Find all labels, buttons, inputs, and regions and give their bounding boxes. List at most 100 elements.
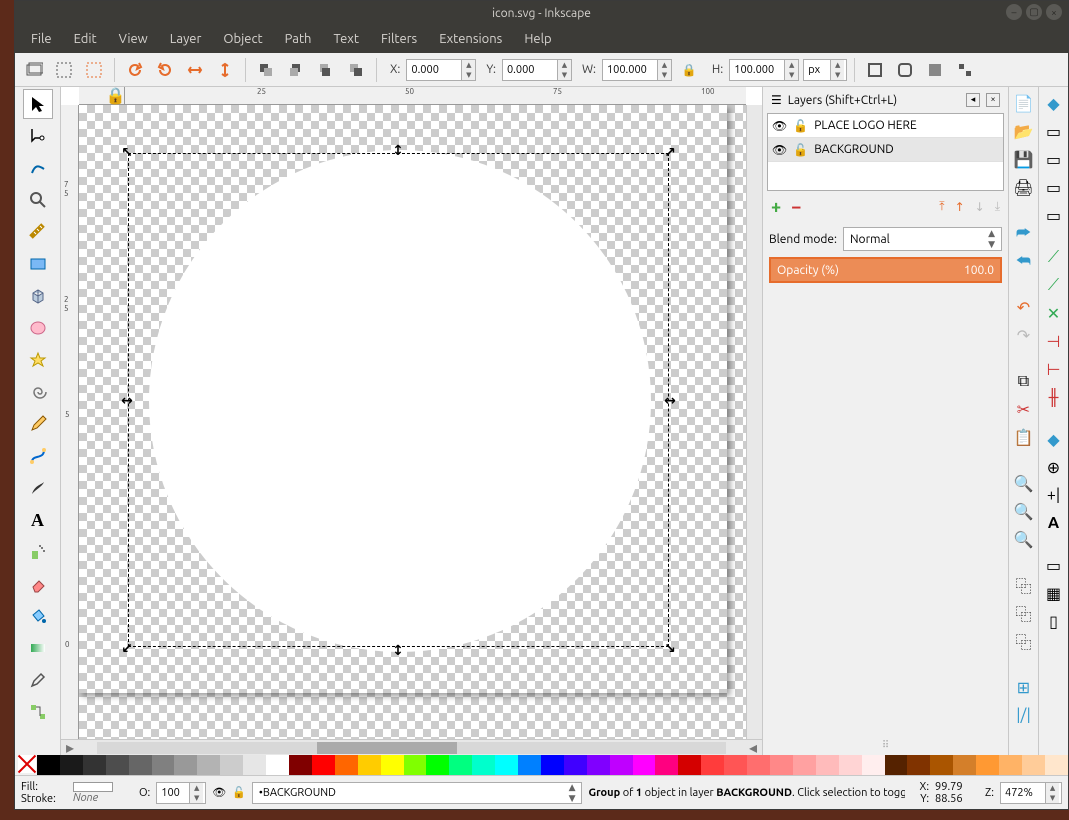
snap-enable-icon[interactable]: ◆ bbox=[1042, 91, 1066, 115]
color-swatch[interactable] bbox=[266, 755, 289, 775]
export-icon[interactable]: ⮪ bbox=[1012, 249, 1036, 273]
snap-rotation-icon[interactable]: +| bbox=[1042, 483, 1066, 507]
current-layer-select[interactable]: •BACKGROUND ▲▼ bbox=[252, 782, 583, 804]
handle-ne[interactable]: ↗ bbox=[663, 145, 677, 159]
add-layer-icon[interactable]: + bbox=[771, 197, 781, 217]
unlink-icon[interactable]: ⿻ bbox=[1012, 629, 1036, 653]
print-icon[interactable]: 🖨 bbox=[1012, 175, 1036, 199]
menu-path[interactable]: Path bbox=[275, 28, 322, 50]
grid-toggle-icon[interactable]: ⊞ bbox=[1012, 675, 1036, 699]
color-swatch[interactable] bbox=[839, 755, 862, 775]
star-tool[interactable] bbox=[23, 345, 53, 375]
visibility-icon[interactable]: 👁 bbox=[772, 119, 787, 133]
zoom-sel-icon[interactable]: 🔍 bbox=[1012, 471, 1036, 495]
maximize-button[interactable]: ▢ bbox=[1026, 4, 1042, 20]
menu-text[interactable]: Text bbox=[323, 28, 368, 50]
bucket-tool[interactable] bbox=[23, 601, 53, 631]
select-all-layers-icon[interactable] bbox=[21, 57, 47, 83]
color-swatch[interactable] bbox=[816, 755, 839, 775]
snap-corner-icon[interactable]: ▭ bbox=[1042, 175, 1066, 199]
snap-guide-icon[interactable]: ▯ bbox=[1042, 609, 1066, 633]
color-swatch[interactable] bbox=[633, 755, 656, 775]
snap-smooth-icon[interactable]: ⊢ bbox=[1042, 357, 1066, 381]
menu-view[interactable]: View bbox=[109, 28, 158, 50]
new-doc-icon[interactable]: 📄 bbox=[1012, 91, 1036, 115]
snap-line-icon[interactable]: ╫ bbox=[1042, 385, 1066, 409]
snap-text-icon[interactable]: A bbox=[1042, 511, 1066, 535]
color-swatch[interactable] bbox=[678, 755, 701, 775]
color-swatch[interactable] bbox=[243, 755, 266, 775]
measure-tool[interactable] bbox=[23, 217, 53, 247]
zoom-input[interactable]: ▲▼ bbox=[1000, 782, 1062, 804]
color-swatch[interactable] bbox=[747, 755, 770, 775]
y-input[interactable]: ▲▼ bbox=[502, 59, 572, 81]
menu-edit[interactable]: Edit bbox=[64, 28, 107, 50]
menu-help[interactable]: Help bbox=[514, 28, 561, 50]
color-swatch[interactable] bbox=[220, 755, 243, 775]
menu-filters[interactable]: Filters bbox=[371, 28, 427, 50]
color-swatch[interactable] bbox=[381, 755, 404, 775]
scrollbar-vertical[interactable] bbox=[746, 105, 762, 739]
affect-pattern-icon[interactable] bbox=[952, 57, 978, 83]
color-swatch[interactable] bbox=[83, 755, 106, 775]
spiral-tool[interactable] bbox=[23, 377, 53, 407]
color-swatch[interactable] bbox=[953, 755, 976, 775]
affect-stroke-icon[interactable] bbox=[862, 57, 888, 83]
zoom-draw-icon[interactable]: 🔍 bbox=[1012, 499, 1036, 523]
deselect-icon[interactable] bbox=[81, 57, 107, 83]
snap-page-icon[interactable]: ▭ bbox=[1042, 553, 1066, 577]
flip-v-icon[interactable] bbox=[212, 57, 238, 83]
color-swatch[interactable] bbox=[541, 755, 564, 775]
raise-icon[interactable] bbox=[283, 57, 309, 83]
tweak-tool[interactable] bbox=[23, 153, 53, 183]
color-swatch[interactable] bbox=[610, 755, 633, 775]
color-swatch[interactable] bbox=[770, 755, 793, 775]
lock-icon[interactable]: 🔓 bbox=[793, 143, 808, 157]
visibility-icon[interactable]: 👁 bbox=[772, 143, 787, 157]
color-swatch[interactable] bbox=[335, 755, 358, 775]
color-swatch[interactable] bbox=[564, 755, 587, 775]
color-swatch[interactable] bbox=[174, 755, 197, 775]
color-swatch[interactable] bbox=[197, 755, 220, 775]
select-all-icon[interactable] bbox=[51, 57, 77, 83]
pencil-tool[interactable] bbox=[23, 409, 53, 439]
color-swatch[interactable] bbox=[655, 755, 678, 775]
menu-file[interactable]: File bbox=[21, 28, 62, 50]
snap-node-icon[interactable]: ⟋ bbox=[1042, 245, 1066, 269]
menu-extensions[interactable]: Extensions bbox=[429, 28, 512, 50]
remove-layer-icon[interactable]: − bbox=[791, 197, 801, 217]
color-swatch[interactable] bbox=[426, 755, 449, 775]
snap-path-icon[interactable]: ⟋ bbox=[1042, 273, 1066, 297]
handle-se[interactable]: ↘ bbox=[663, 641, 677, 655]
handle-nw[interactable]: ↖ bbox=[120, 145, 134, 159]
handle-sw[interactable]: ↙ bbox=[120, 641, 134, 655]
scrollbar-horizontal[interactable]: ▸ ◂ bbox=[61, 739, 762, 755]
color-swatch[interactable] bbox=[930, 755, 953, 775]
rotate-cw-icon[interactable] bbox=[152, 57, 178, 83]
snap-cusp-icon[interactable]: ⊣ bbox=[1042, 329, 1066, 353]
color-swatch[interactable] bbox=[724, 755, 747, 775]
color-swatch[interactable] bbox=[701, 755, 724, 775]
zoom-tool[interactable] bbox=[23, 185, 53, 215]
flip-h-icon[interactable] bbox=[182, 57, 208, 83]
open-icon[interactable]: 📂 bbox=[1012, 119, 1036, 143]
zoom-page-icon[interactable]: 🔍 bbox=[1012, 527, 1036, 551]
handle-e[interactable]: ↔ bbox=[663, 393, 677, 407]
handle-s[interactable]: ↕ bbox=[391, 643, 405, 657]
text-tool[interactable]: A bbox=[23, 505, 53, 535]
paste-icon[interactable]: 📋 bbox=[1012, 425, 1036, 449]
spray-tool[interactable] bbox=[23, 537, 53, 567]
x-input[interactable]: ▲▼ bbox=[406, 59, 476, 81]
unit-select[interactable]: ▲▼ bbox=[803, 59, 847, 81]
color-swatch[interactable] bbox=[1022, 755, 1045, 775]
ruler-lock-icon[interactable]: 🔒 bbox=[107, 87, 125, 105]
panel-close-icon[interactable]: × bbox=[986, 93, 1000, 107]
layer-visibility-status-icon[interactable]: 👁 bbox=[212, 786, 226, 799]
color-swatch[interactable] bbox=[472, 755, 495, 775]
color-swatch[interactable] bbox=[358, 755, 381, 775]
copy-icon[interactable]: ⧉ bbox=[1012, 369, 1036, 393]
color-swatch[interactable] bbox=[862, 755, 885, 775]
color-swatch[interactable] bbox=[129, 755, 152, 775]
color-swatch[interactable] bbox=[999, 755, 1022, 775]
lock-aspect-icon[interactable]: 🔒 bbox=[676, 57, 702, 83]
